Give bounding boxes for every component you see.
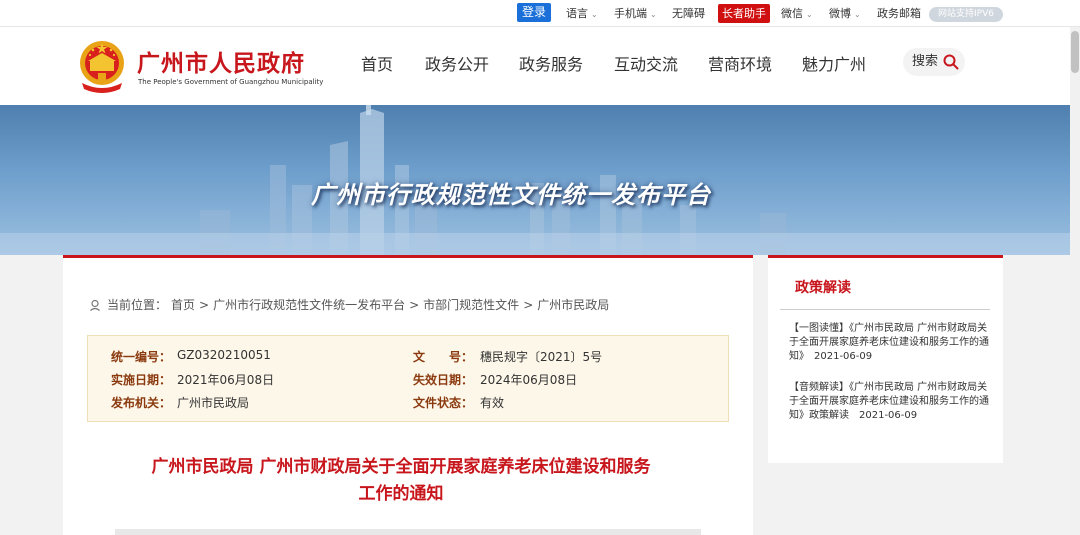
mobile-menu[interactable]: 手机端 ⌄ bbox=[614, 0, 657, 27]
language-menu[interactable]: 语言 ⌄ bbox=[566, 0, 598, 27]
effective-date-value: 2021年06月08日 bbox=[177, 373, 275, 387]
page-scrollbar[interactable] bbox=[1070, 27, 1080, 535]
chevron-down-icon: ⌄ bbox=[591, 10, 598, 19]
wechat-menu[interactable]: 微信 ⌄ bbox=[781, 0, 813, 27]
nav-business-env[interactable]: 营商环境 bbox=[708, 51, 772, 75]
site-name-english: The People's Government of Guangzhou Mun… bbox=[138, 78, 324, 86]
nav-interaction[interactable]: 互动交流 bbox=[614, 51, 678, 75]
policy-interpretation-panel: 政策解读 【一图读懂】《广州市民政局 广州市财政局关于全面开展家庭养老床位建设和… bbox=[768, 255, 1003, 463]
effective-date-label: 实施日期： bbox=[111, 373, 172, 387]
accessibility-link[interactable]: 无障碍 bbox=[672, 0, 705, 27]
chevron-down-icon: ⌄ bbox=[806, 10, 813, 19]
status-label: 文件状态： bbox=[413, 396, 474, 410]
interpretation-link[interactable]: 【一图读懂】《广州市民政局 广州市财政局关于全面开展家庭养老床位建设和服务工作的… bbox=[789, 322, 991, 364]
issuer-value: 广州市民政局 bbox=[177, 396, 250, 410]
nav-gov-affairs[interactable]: 政务公开 bbox=[425, 51, 489, 75]
expire-date-label: 失效日期： bbox=[413, 373, 474, 387]
breadcrumb: 当前位置： 首页 > 广州市行政规范性文件统一发布平台 > 市部门规范性文件 >… bbox=[89, 296, 613, 313]
panel-title: 政策解读 bbox=[795, 280, 851, 296]
search-label: 搜索 bbox=[912, 54, 939, 69]
nav-charm-guangzhou[interactable]: 魅力广州 bbox=[802, 51, 866, 75]
scrollbar-thumb[interactable] bbox=[1071, 31, 1079, 73]
expire-date-value: 2024年06月08日 bbox=[480, 373, 578, 387]
breadcrumb-home[interactable]: 首页 bbox=[171, 296, 195, 313]
breadcrumb-dept-docs[interactable]: 市部门规范性文件 bbox=[423, 296, 519, 313]
chevron-down-icon: ⌄ bbox=[650, 10, 657, 19]
gov-mail-link[interactable]: 政务邮箱 bbox=[877, 0, 921, 27]
breadcrumb-separator: > bbox=[523, 297, 534, 312]
site-name[interactable]: 广州市人民政府 bbox=[137, 44, 305, 78]
breadcrumb-platform[interactable]: 广州市行政规范性文件统一发布平台 bbox=[213, 296, 405, 313]
code-label: 统一编号： bbox=[111, 350, 172, 364]
wechat-label: 微信 bbox=[781, 7, 803, 20]
site-header: 广州市人民政府 The People's Government of Guang… bbox=[0, 27, 1080, 105]
document-title-line1: 广州市民政局 广州市财政局关于全面开展家庭养老床位建设和服务 bbox=[151, 457, 651, 477]
nav-gov-services[interactable]: 政务服务 bbox=[519, 51, 583, 75]
breadcrumb-prefix: 当前位置： bbox=[107, 298, 168, 312]
login-button[interactable]: 登录 bbox=[517, 3, 551, 22]
document-card: 当前位置： 首页 > 广州市行政规范性文件统一发布平台 > 市部门规范性文件 >… bbox=[63, 255, 753, 535]
code-value: GZ0320210051 bbox=[177, 348, 271, 362]
nav-home[interactable]: 首页 bbox=[361, 51, 393, 75]
document-title-line2: 工作的通知 bbox=[358, 484, 444, 504]
elder-assistant-button[interactable]: 长者助手 bbox=[718, 4, 770, 23]
breadcrumb-separator: > bbox=[409, 297, 420, 312]
document-info-box: 统一编号： GZ0320210051 文 号： 穗民规字〔2021〕5号 实施日… bbox=[87, 335, 729, 422]
document-title: 广州市民政局 广州市财政局关于全面开展家庭养老床位建设和服务 工作的通知 bbox=[111, 454, 691, 508]
divider bbox=[780, 309, 990, 310]
location-pin-icon bbox=[90, 299, 100, 311]
search-button[interactable]: 搜索 bbox=[903, 48, 965, 76]
issuer-label: 发布机关： bbox=[111, 396, 172, 410]
search-icon bbox=[943, 54, 959, 70]
breadcrumb-separator: > bbox=[199, 297, 210, 312]
banner-title: 广州市行政规范性文件统一发布平台 bbox=[311, 181, 711, 209]
national-emblem-logo[interactable] bbox=[76, 39, 128, 95]
interpretation-link[interactable]: 【音频解读】《广州市民政局 广州市财政局关于全面开展家庭养老床位建设和服务工作的… bbox=[789, 381, 991, 423]
ipv6-badge: 网站支持IPV6 bbox=[929, 7, 1003, 22]
top-utility-bar: 登录 语言 ⌄ 手机端 ⌄ 无障碍 长者助手 微信 ⌄ 微博 ⌄ 政务邮箱 网站支持IP… bbox=[0, 0, 1080, 27]
chevron-down-icon: ⌄ bbox=[854, 10, 861, 19]
weibo-label: 微博 bbox=[829, 7, 851, 20]
doc-number-label: 文 号： bbox=[413, 350, 474, 364]
breadcrumb-civil-affairs[interactable]: 广州市民政局 bbox=[537, 296, 609, 313]
weibo-menu[interactable]: 微博 ⌄ bbox=[829, 0, 861, 27]
language-label: 语言 bbox=[566, 7, 588, 20]
status-value: 有效 bbox=[480, 396, 505, 410]
doc-number-value: 穗民规字〔2021〕5号 bbox=[480, 350, 603, 364]
document-body-top bbox=[115, 529, 701, 535]
mobile-label: 手机端 bbox=[614, 7, 647, 20]
page-banner: 广州市行政规范性文件统一发布平台 bbox=[0, 105, 1070, 255]
